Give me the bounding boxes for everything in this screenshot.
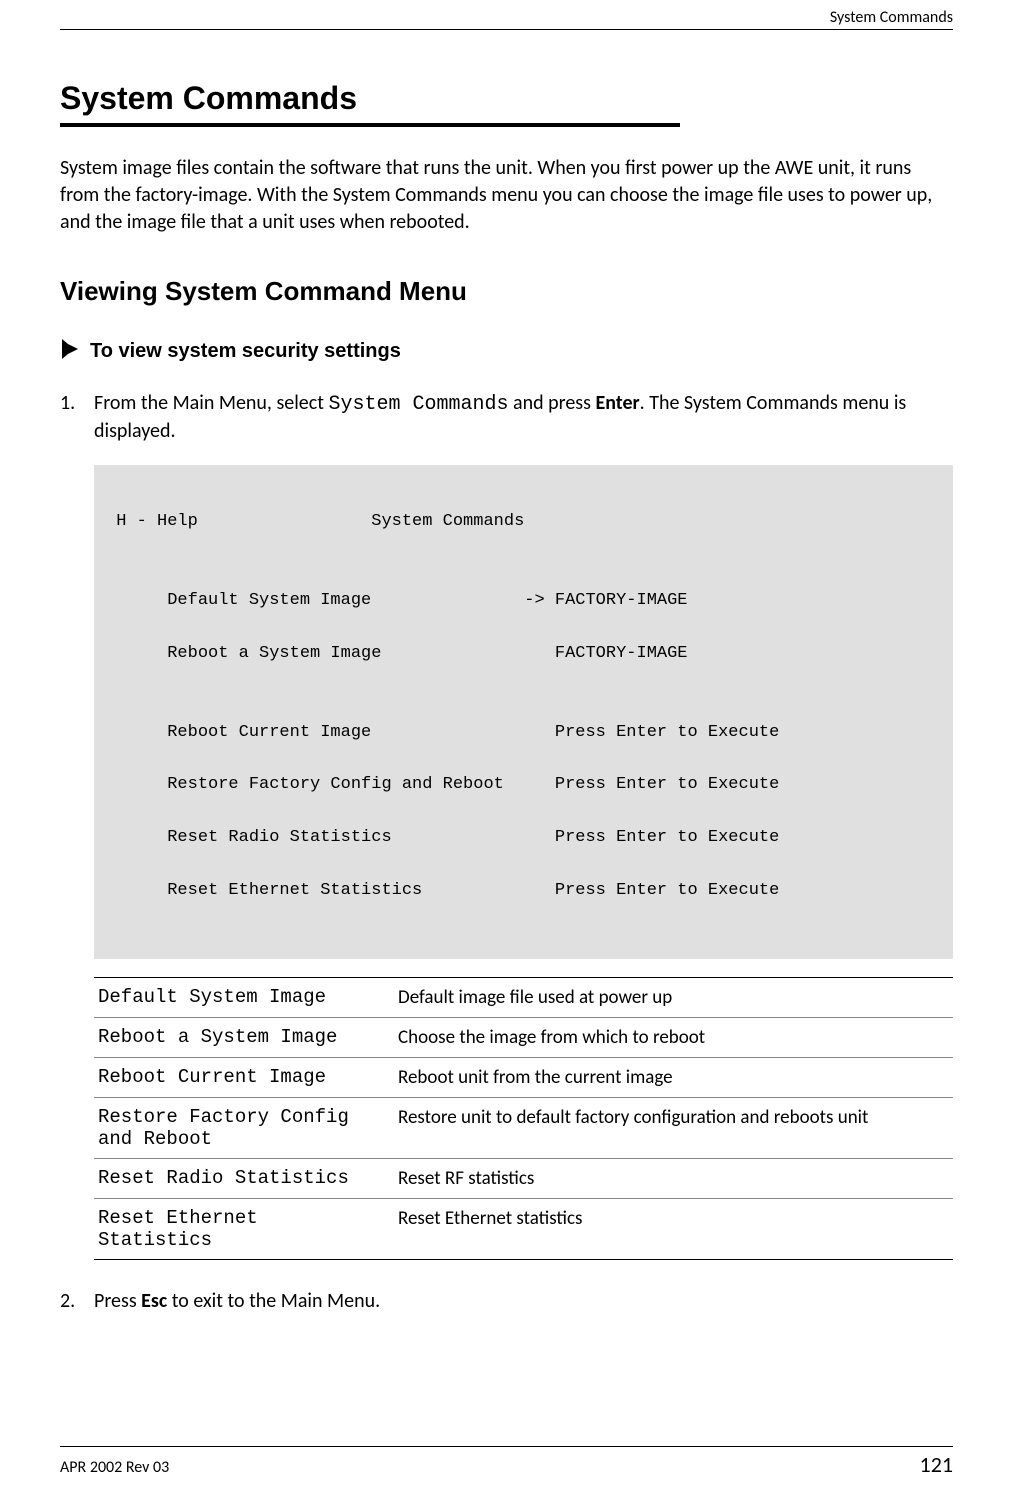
def-term: Reset Ethernet Statistics: [98, 1207, 378, 1251]
terminal-line: Reset Ethernet Statistics Press Enter to…: [106, 878, 941, 904]
def-desc: Reset Ethernet statistics: [398, 1207, 953, 1251]
terminal-line: Reboot a System Image FACTORY-IMAGE: [106, 641, 941, 667]
task-heading: To view system security settings: [60, 337, 953, 366]
table-row: Reset Radio Statistics Reset RF statisti…: [94, 1159, 953, 1199]
table-row: Reboot Current Image Reboot unit from th…: [94, 1058, 953, 1098]
pointer-icon: [60, 337, 80, 366]
def-term: Restore Factory Config and Reboot: [98, 1106, 378, 1150]
page-number: 121: [920, 1451, 953, 1478]
step-1-text-b: and press: [508, 391, 595, 415]
def-desc: Choose the image from which to reboot: [398, 1026, 953, 1049]
terminal-header: H - Help System Commands: [106, 509, 941, 535]
def-desc: Default image file used at power up: [398, 986, 953, 1009]
def-term: Reboot a System Image: [98, 1026, 378, 1049]
table-row: Reboot a System Image Choose the image f…: [94, 1018, 953, 1058]
def-term: Default System Image: [98, 986, 378, 1009]
running-header: System Commands: [60, 0, 953, 30]
section-heading: Viewing System Command Menu: [60, 276, 953, 307]
terminal-line: Restore Factory Config and Reboot Press …: [106, 772, 941, 798]
intro-paragraph: System image files contain the software …: [60, 155, 953, 236]
step-1-mono: System Commands: [328, 393, 508, 416]
def-desc: Reset RF statistics: [398, 1167, 953, 1190]
step-1: 1. From the Main Menu, select System Com…: [60, 390, 953, 445]
definitions-table: Default System Image Default image file …: [94, 977, 953, 1260]
terminal-screenshot: H - Help System Commands Default System …: [94, 465, 953, 959]
terminal-line: Default System Image -> FACTORY-IMAGE: [106, 588, 941, 614]
footer-revision: APR 2002 Rev 03: [60, 1458, 169, 1477]
page-footer: APR 2002 Rev 03 121: [60, 1446, 953, 1478]
step-2-text: Press Esc to exit to the Main Menu.: [94, 1288, 380, 1315]
step-1-text: From the Main Menu, select System Comman…: [94, 390, 953, 445]
step-1-text-a: From the Main Menu, select: [94, 391, 328, 415]
step-1-key: Enter: [595, 391, 639, 415]
def-desc: Reboot unit from the current image: [398, 1066, 953, 1089]
table-row: Restore Factory Config and Reboot Restor…: [94, 1098, 953, 1159]
table-row: Default System Image Default image file …: [94, 978, 953, 1018]
step-2-text-b: to exit to the Main Menu.: [167, 1289, 380, 1313]
step-2-text-a: Press: [94, 1289, 141, 1313]
step-number: 2.: [60, 1288, 80, 1315]
step-2: 2. Press Esc to exit to the Main Menu.: [60, 1288, 953, 1315]
def-desc: Restore unit to default factory configur…: [398, 1106, 953, 1150]
terminal-line: Reset Radio Statistics Press Enter to Ex…: [106, 825, 941, 851]
title-rule: [60, 123, 680, 127]
page-title: System Commands: [60, 80, 953, 117]
def-term: Reboot Current Image: [98, 1066, 378, 1089]
def-term: Reset Radio Statistics: [98, 1167, 378, 1190]
task-label: To view system security settings: [90, 340, 401, 363]
table-row: Reset Ethernet Statistics Reset Ethernet…: [94, 1199, 953, 1259]
step-number: 1.: [60, 390, 80, 445]
step-2-key: Esc: [141, 1289, 167, 1313]
terminal-line: Reboot Current Image Press Enter to Exec…: [106, 720, 941, 746]
